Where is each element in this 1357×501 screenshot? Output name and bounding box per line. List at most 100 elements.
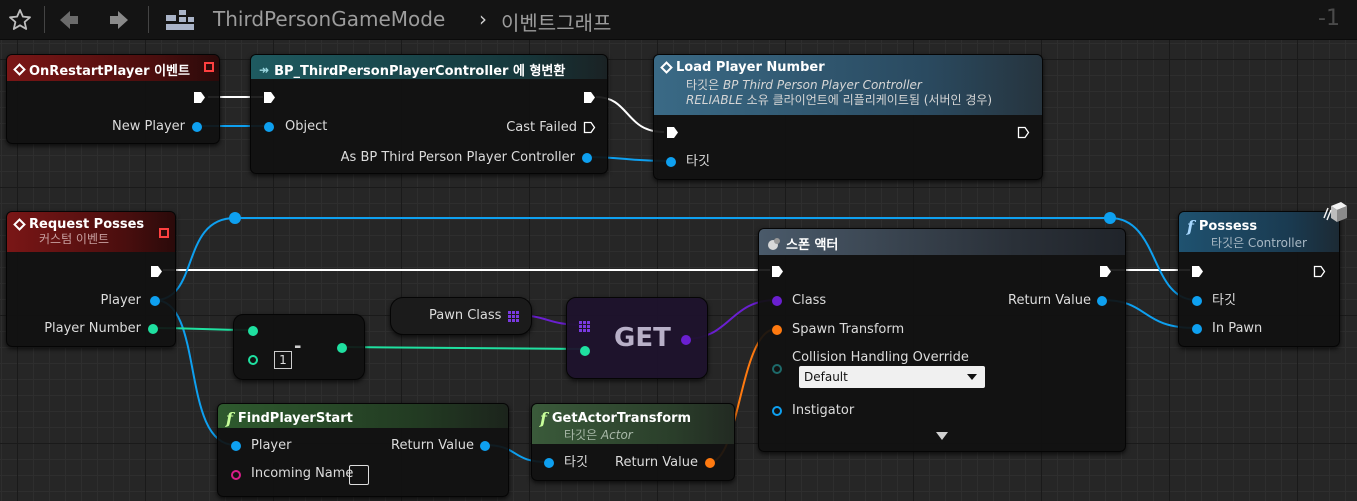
- node-header: 스폰 액터: [759, 229, 1125, 255]
- dropdown-value: Default: [804, 370, 848, 384]
- incoming-name-field[interactable]: [349, 465, 369, 485]
- class-pin[interactable]: [772, 296, 782, 306]
- pin-label: New Player: [112, 119, 185, 134]
- function-icon: f: [540, 409, 547, 428]
- node-subtitle: 커스텀 이벤트: [39, 232, 110, 246]
- node-header: Load Player Number 타깃은 BP Third Person P…: [654, 55, 1042, 115]
- exec-in-pin[interactable]: [1191, 265, 1204, 278]
- node-header: Request Posses 커스텀 이벤트: [7, 212, 175, 252]
- player-number-pin[interactable]: [148, 324, 158, 334]
- exec-out-pin[interactable]: [1017, 126, 1030, 139]
- get-output-pin[interactable]: [681, 335, 691, 345]
- cast-arrow-icon: ↠: [259, 62, 270, 77]
- delegate-pin[interactable]: [204, 62, 214, 72]
- node-title: Load Player Number: [676, 60, 825, 75]
- possess-function-node[interactable]: f Possess 타깃은 Controller 타깃 In Pawn: [1178, 202, 1347, 347]
- node-header: f Possess 타깃은 Controller: [1179, 212, 1339, 252]
- subtract-symbol: -: [294, 336, 302, 357]
- spawn-transform-pin[interactable]: [772, 325, 782, 335]
- pin-label: In Pawn: [1212, 321, 1263, 336]
- exec-out-pin[interactable]: [1099, 265, 1112, 278]
- toolbar-separator: [44, 6, 45, 33]
- pin-label: Instigator: [792, 403, 855, 418]
- function-icon: f: [226, 409, 233, 428]
- pin-label: Incoming Name: [251, 466, 354, 481]
- cast-failed-exec-pin[interactable]: [583, 121, 596, 134]
- pin-label: Collision Handling Override: [792, 350, 969, 365]
- exec-in-pin[interactable]: [666, 126, 679, 139]
- result-pin[interactable]: [337, 343, 347, 353]
- exec-out-pin[interactable]: [1313, 265, 1326, 278]
- player-pin[interactable]: [150, 296, 160, 306]
- target-pin[interactable]: [666, 157, 676, 167]
- get-actor-transform-node[interactable]: f GetActorTransform 타깃은 Actor 타깃 Return V…: [531, 403, 735, 481]
- player-pin[interactable]: [231, 441, 241, 451]
- breadcrumb-current: 이벤트그래프: [501, 11, 612, 35]
- request-possess-custom-event-node[interactable]: Request Posses 커스텀 이벤트 Player Player Num…: [6, 211, 176, 347]
- b-value-box[interactable]: 1: [274, 351, 292, 369]
- exec-out-pin[interactable]: [150, 265, 163, 278]
- object-pin[interactable]: [264, 122, 274, 132]
- cube-icon: [1323, 202, 1347, 222]
- node-header: OnRestartPlayer 이벤트: [7, 55, 219, 81]
- class-array-pin[interactable]: [508, 311, 519, 322]
- return-value-pin[interactable]: [1097, 296, 1107, 306]
- pin-label: Spawn Transform: [792, 322, 905, 337]
- in-pawn-pin[interactable]: [1192, 324, 1202, 334]
- node-header: f FindPlayerStart: [218, 404, 508, 428]
- node-subtitle: 타깃은 Actor: [564, 428, 633, 442]
- advanced-expand-icon[interactable]: [936, 432, 948, 440]
- on-restart-player-event-node[interactable]: OnRestartPlayer 이벤트 New Player: [6, 54, 220, 144]
- get-label: GET: [614, 323, 671, 353]
- exec-in-pin[interactable]: [263, 91, 276, 104]
- b-input-pin[interactable]: [248, 355, 258, 365]
- pin-label: Return Value: [615, 455, 698, 470]
- node-title: 스폰 액터: [786, 238, 839, 253]
- incoming-name-pin[interactable]: [231, 470, 241, 480]
- breadcrumb-parent[interactable]: ThirdPersonGameMode: [213, 7, 445, 31]
- collision-handling-pin[interactable]: [772, 364, 782, 374]
- spawn-actor-node[interactable]: 스폰 액터 Class Return Value Spawn Transform…: [758, 228, 1126, 452]
- variable-label: Pawn Class: [429, 308, 502, 323]
- new-player-pin[interactable]: [192, 122, 202, 132]
- event-diamond-icon: [660, 61, 673, 74]
- node-title: BP_ThirdPersonPlayerController 에 형변환: [274, 64, 566, 79]
- a-input-pin[interactable]: [248, 326, 258, 336]
- return-value-pin[interactable]: [480, 441, 490, 451]
- integer-subtract-node[interactable]: 1 -: [233, 314, 365, 380]
- favorite-button[interactable]: [0, 0, 40, 39]
- array-get-node[interactable]: GET: [566, 297, 708, 379]
- target-pin[interactable]: [544, 458, 554, 468]
- array-input-pin[interactable]: [579, 321, 590, 332]
- delegate-pin[interactable]: [159, 228, 169, 238]
- node-title: Possess: [1198, 219, 1258, 234]
- target-pin[interactable]: [1192, 296, 1202, 306]
- load-player-number-node[interactable]: Load Player Number 타깃은 BP Third Person P…: [653, 54, 1043, 180]
- collision-handling-dropdown[interactable]: Default: [799, 366, 985, 388]
- pawn-class-variable-node[interactable]: Pawn Class: [390, 297, 532, 335]
- pin-label: 타깃: [564, 455, 588, 470]
- cast-to-controller-node[interactable]: ↠ BP_ThirdPersonPlayerController 에 형변환 Ob…: [250, 54, 608, 174]
- pin-label: Cast Failed: [506, 120, 577, 135]
- exec-in-pin[interactable]: [771, 265, 784, 278]
- return-value-pin[interactable]: [705, 458, 715, 468]
- exec-out-pin[interactable]: [193, 91, 206, 104]
- exec-out-pin[interactable]: [583, 91, 596, 104]
- node-title: OnRestartPlayer 이벤트: [29, 64, 190, 79]
- function-icon: f: [1187, 217, 1194, 236]
- star-icon: [9, 8, 31, 30]
- as-controller-pin[interactable]: [582, 153, 592, 163]
- instigator-pin[interactable]: [772, 406, 782, 416]
- breadcrumb-separator: ›: [479, 7, 487, 31]
- toolbar-separator: [148, 6, 149, 33]
- event-diamond-icon: [13, 218, 26, 231]
- find-player-start-node[interactable]: f FindPlayerStart Player Return Value Inc…: [217, 403, 509, 497]
- blueprint-graph-icon: [160, 0, 200, 39]
- node-header: ↠ BP_ThirdPersonPlayerController 에 형변환: [251, 55, 607, 79]
- pin-label: Object: [285, 119, 328, 134]
- index-input-pin[interactable]: [580, 346, 590, 356]
- forward-button[interactable]: [102, 0, 136, 39]
- back-button[interactable]: [52, 0, 86, 39]
- forward-arrow-icon: [110, 10, 128, 29]
- pin-label: As BP Third Person Player Controller: [340, 150, 575, 165]
